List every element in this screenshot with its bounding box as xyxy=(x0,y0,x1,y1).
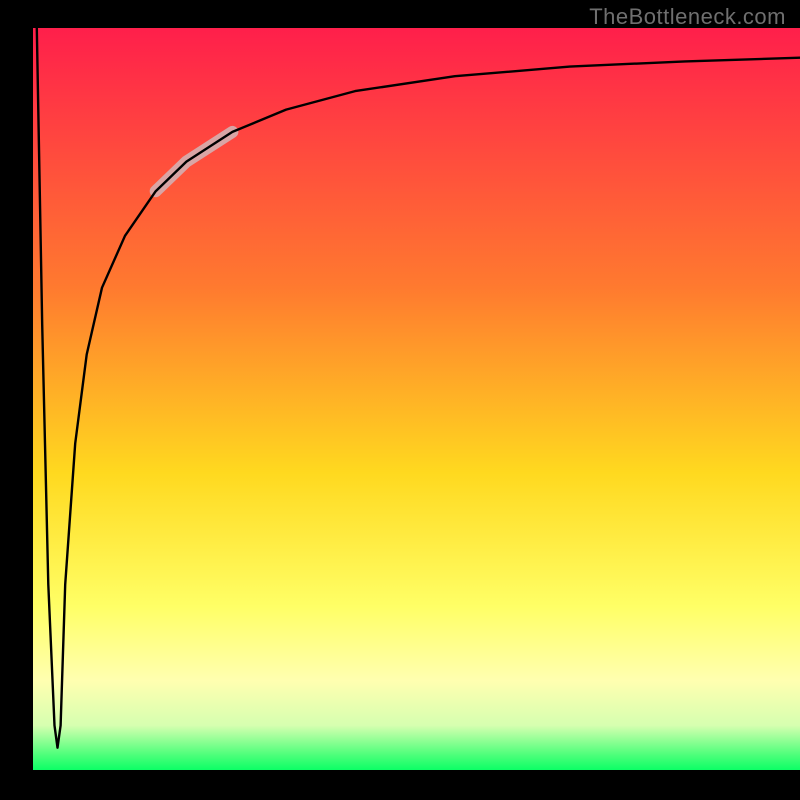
chart-container: TheBottleneck.com xyxy=(0,0,800,800)
bottleneck-chart xyxy=(0,0,800,800)
y-axis xyxy=(0,0,33,800)
plot-background xyxy=(33,28,800,770)
watermark-text: TheBottleneck.com xyxy=(589,4,786,30)
x-axis xyxy=(0,770,800,800)
